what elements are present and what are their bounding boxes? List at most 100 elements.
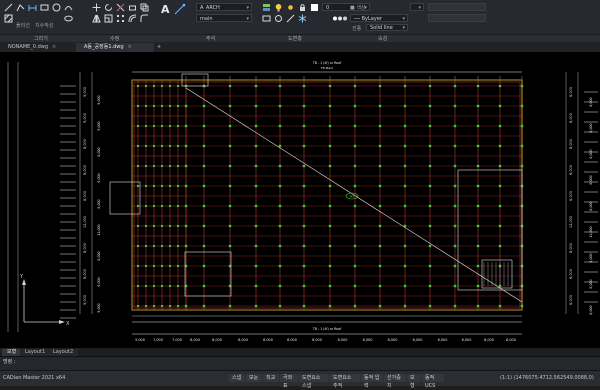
tab-model[interactable]: 모형 <box>2 349 22 356</box>
column-mark <box>403 104 407 108</box>
mirror-tool-icon[interactable] <box>92 14 101 23</box>
text-tool-icon[interactable]: A <box>160 3 172 15</box>
circle-tool-icon[interactable] <box>52 3 61 12</box>
right-dim-label: 6,000 <box>569 295 573 305</box>
column-mark <box>185 305 187 307</box>
rectangle-tool-icon[interactable] <box>40 3 49 12</box>
property-slider[interactable] <box>428 3 486 11</box>
drawing-canvas[interactable]: TB - 1 (4f) or Roof TB-Mark TB - 1 (4f) or… <box>0 52 600 348</box>
array-tool-icon[interactable] <box>116 14 125 23</box>
polyline-tool-icon[interactable] <box>16 3 25 12</box>
right-dim-label: 8,000 <box>589 175 593 184</box>
column-mark <box>169 225 171 227</box>
erase-tool-icon[interactable] <box>128 3 137 12</box>
left-dim-label: 9,000 <box>83 87 87 97</box>
column-mark <box>378 84 382 88</box>
column-mark <box>202 224 206 228</box>
command-line[interactable] <box>0 356 600 371</box>
tab-label: NONAME_0.dwg <box>8 44 49 50</box>
column-mark <box>428 264 432 268</box>
tab-layout2[interactable]: Layout2 <box>48 349 79 356</box>
line-tool-icon[interactable] <box>4 3 13 12</box>
layer-match-icon[interactable] <box>286 14 295 23</box>
status-button[interactable]: 직교 <box>263 374 279 382</box>
text-style-combo[interactable]: A_ARCH ▾ <box>196 3 252 11</box>
offset-tool-icon[interactable] <box>128 14 137 23</box>
right-dim-label: 12,000 <box>589 226 593 237</box>
column-mark <box>145 245 147 247</box>
move-tool-icon[interactable] <box>92 3 101 12</box>
new-tab-button[interactable]: + <box>154 43 168 52</box>
status-button[interactable]: 모눈 <box>246 374 262 382</box>
column-mark <box>169 185 171 187</box>
status-button[interactable]: 모형 <box>407 374 421 389</box>
column-mark <box>498 84 502 88</box>
transparency-slider[interactable] <box>428 14 486 22</box>
bottom-dim-label: 8,000 <box>484 338 494 342</box>
arc-tool-icon[interactable] <box>64 3 73 12</box>
column-mark <box>145 205 147 207</box>
rotate-tool-icon[interactable] <box>104 3 113 12</box>
layer-isolate-icon[interactable] <box>274 14 283 23</box>
chevron-down-icon: ▾ <box>402 16 405 22</box>
fillet-tool-icon[interactable] <box>140 14 149 23</box>
hatch-tool-icon[interactable] <box>4 14 13 23</box>
copy-tool-icon[interactable] <box>140 3 149 12</box>
right-dim-label: 6,000 <box>569 87 573 97</box>
column-mark <box>353 224 357 228</box>
linetype-label: 선종 <box>352 26 362 32</box>
tab-layout1[interactable]: Layout1 <box>20 349 51 356</box>
layer-freeze-icon[interactable] <box>298 14 307 23</box>
column-mark <box>353 204 357 208</box>
trim-tool-icon[interactable] <box>116 3 125 12</box>
close-icon[interactable]: × <box>128 44 132 50</box>
panel-title-layers[interactable]: 도면층 <box>288 35 302 42</box>
color-picker-icon[interactable] <box>332 14 350 23</box>
panel-title-draw[interactable]: 그리기 <box>34 35 48 42</box>
ellipse-tool-icon[interactable] <box>64 14 73 23</box>
bottom-dim-label: 8,000 <box>413 338 423 342</box>
tab-factory-drawing[interactable]: A동_공장동1.dwg × <box>76 43 154 52</box>
column-mark <box>137 225 139 227</box>
status-button[interactable]: 도면요소 스냅 <box>299 374 329 389</box>
status-button[interactable]: 동적 UCS <box>422 374 444 389</box>
linetype-combo[interactable]: Solid line ▾ <box>366 24 408 31</box>
status-button[interactable]: 극좌표 <box>280 374 298 389</box>
layer-color-swatch-icon <box>310 3 319 12</box>
column-mark <box>476 124 480 128</box>
column-mark <box>328 184 332 188</box>
scale-tool-icon[interactable] <box>104 14 113 23</box>
column-mark <box>278 164 282 168</box>
column-mark <box>278 104 282 108</box>
column-mark <box>177 225 179 227</box>
column-mark <box>403 164 407 168</box>
column-mark <box>378 244 382 248</box>
panel-title-annotation[interactable]: 주석 <box>206 35 215 42</box>
column-mark <box>202 164 206 168</box>
dimension-tool-icon[interactable] <box>28 3 37 12</box>
leader-tool-icon[interactable] <box>174 3 186 15</box>
lightbulb-icon[interactable] <box>274 3 283 12</box>
column-mark <box>153 285 155 287</box>
layer-properties-icon[interactable] <box>262 3 271 12</box>
panel-title-modify[interactable]: 수정 <box>110 35 119 42</box>
tab-noname[interactable]: NONAME_0.dwg × <box>0 43 74 52</box>
right-dim-label: 8,000 <box>589 123 593 132</box>
lock-icon[interactable] <box>298 3 307 12</box>
lineweight-combo[interactable]: ── ByLayer ▾ <box>350 14 408 22</box>
bottom-dim-label: 7,000 <box>153 338 163 342</box>
status-button[interactable]: 도면요소 추적 <box>330 374 360 389</box>
status-button[interactable]: 선가중치 <box>384 374 406 389</box>
stair-block <box>109 181 141 215</box>
layer-state-icon[interactable] <box>262 14 271 23</box>
sun-icon[interactable] <box>286 3 295 12</box>
status-button[interactable]: 동적 입력 <box>361 374 383 389</box>
text-layer: TB - 1 (4f) or RoofTB-MarkTB - 1 (4f) or… <box>83 61 593 342</box>
dim-style-combo[interactable]: main ▾ <box>196 14 252 22</box>
color-combo[interactable]: ▾ <box>410 3 424 11</box>
column-mark <box>228 144 232 148</box>
panel-title-properties[interactable]: 속성 <box>378 35 387 42</box>
column-mark <box>428 204 432 208</box>
close-icon[interactable]: × <box>52 44 56 50</box>
status-button[interactable]: 스냅 <box>229 374 245 382</box>
